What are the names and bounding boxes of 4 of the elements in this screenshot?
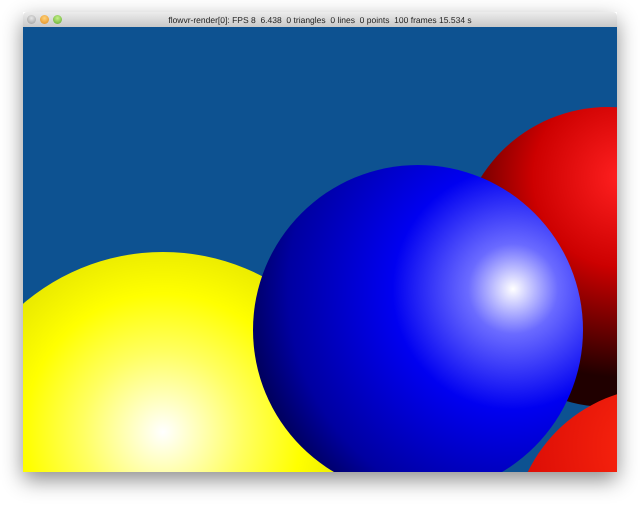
- zoom-button[interactable]: [53, 15, 62, 24]
- minimize-button[interactable]: [40, 15, 49, 24]
- window-title: flowvr-render[0]: FPS 8 6.438 0 triangles 0 lines 0 points 100 frames 15.534 s: [167, 14, 473, 24]
- close-button[interactable]: [27, 15, 36, 24]
